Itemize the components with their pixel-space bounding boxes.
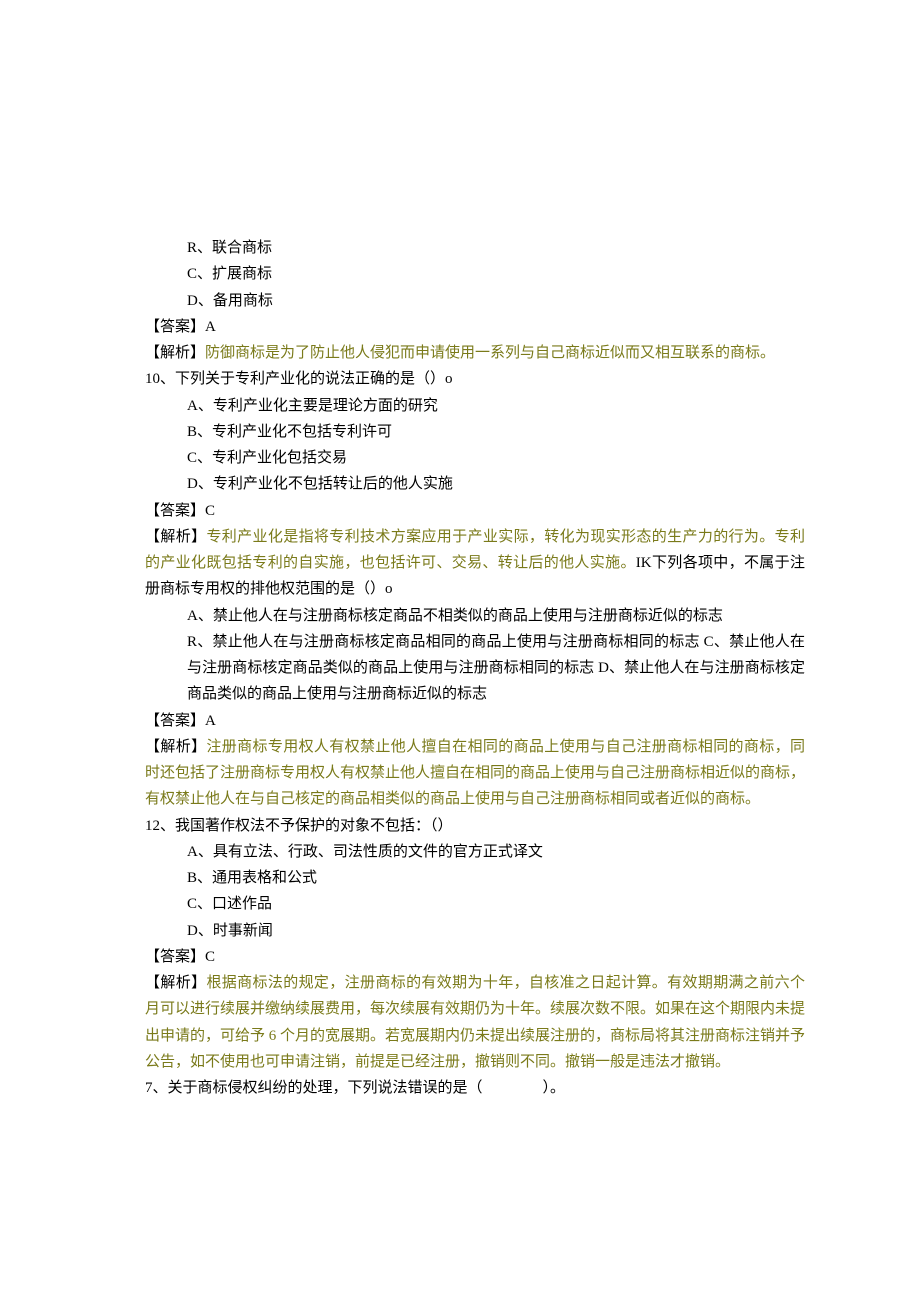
q12-analysis: 【解析】根据商标法的规定，注册商标的有效期为十年，自核准之日起计算。有效期期满之… — [145, 970, 805, 1075]
q10-option-b: B、专利产业化不包括专利许可 — [145, 419, 805, 445]
q11-option-b: R、禁止他人在与注册商标核定商品相同的商品上使用与注册商标相同的标志 C、禁止他… — [145, 629, 805, 708]
q10-stem: 10、下列关于专利产业化的说法正确的是（）o — [145, 366, 805, 392]
q12-option-b: B、通用表格和公式 — [145, 865, 805, 891]
analysis-label: 【解析】 — [145, 739, 206, 755]
analysis-label: 【解析】 — [145, 345, 205, 361]
q9-answer-value: A — [205, 319, 216, 335]
q11-answer: 【答案】A — [145, 708, 805, 734]
q10-analysis: 【解析】专利产业化是指将专利技术方案应用于产业实际，转化为现实形态的生产力的行为… — [145, 524, 805, 603]
q10-option-c: C、专利产业化包括交易 — [145, 445, 805, 471]
q9-option-c: C、扩展商标 — [145, 261, 805, 287]
q11-option-a: A、禁止他人在与注册商标核定商品不相类似的商品上使用与注册商标近似的标志 — [145, 603, 805, 629]
answer-label: 【答案】 — [145, 949, 205, 965]
q10-answer-value: C — [205, 503, 215, 519]
q9-option-r: R、联合商标 — [145, 235, 805, 261]
q10-answer: 【答案】C — [145, 498, 805, 524]
q9-answer: 【答案】A — [145, 314, 805, 340]
answer-label: 【答案】 — [145, 713, 205, 729]
q12-stem: 12、我国著作权法不予保护的对象不包括：（） — [145, 813, 805, 839]
q12-analysis-text: 根据商标法的规定，注册商标的有效期为十年，自核准之日起计算。有效期期满之前六个月… — [145, 975, 805, 1070]
q12-option-d: D、时事新闻 — [145, 918, 805, 944]
q12-option-a: A、具有立法、行政、司法性质的文件的官方正式译文 — [145, 839, 805, 865]
q7-stem: 7、关于商标侵权纠纷的处理，下列说法错误的是（ ）。 — [145, 1075, 805, 1101]
q10-option-a: A、专利产业化主要是理论方面的研究 — [145, 393, 805, 419]
q9-option-d: D、备用商标 — [145, 288, 805, 314]
answer-label: 【答案】 — [145, 319, 205, 335]
q12-answer: 【答案】C — [145, 944, 805, 970]
q11-answer-value: A — [205, 713, 216, 729]
q12-answer-value: C — [205, 949, 215, 965]
q9-analysis-text: 防御商标是为了防止他人侵犯而申请使用一系列与自己商标近似而又相互联系的商标。 — [205, 345, 775, 361]
q9-analysis: 【解析】防御商标是为了防止他人侵犯而申请使用一系列与自己商标近似而又相互联系的商… — [145, 340, 805, 366]
q10-option-d: D、专利产业化不包括转让后的他人实施 — [145, 471, 805, 497]
analysis-label: 【解析】 — [145, 529, 206, 545]
q12-option-c: C、口述作品 — [145, 891, 805, 917]
q11-analysis-text: 注册商标专用权人有权禁止他人擅自在相同的商品上使用与自己注册商标相同的商标，同时… — [145, 739, 805, 808]
q11-analysis: 【解析】注册商标专用权人有权禁止他人擅自在相同的商品上使用与自己注册商标相同的商… — [145, 734, 805, 813]
analysis-label: 【解析】 — [145, 975, 206, 991]
answer-label: 【答案】 — [145, 503, 205, 519]
